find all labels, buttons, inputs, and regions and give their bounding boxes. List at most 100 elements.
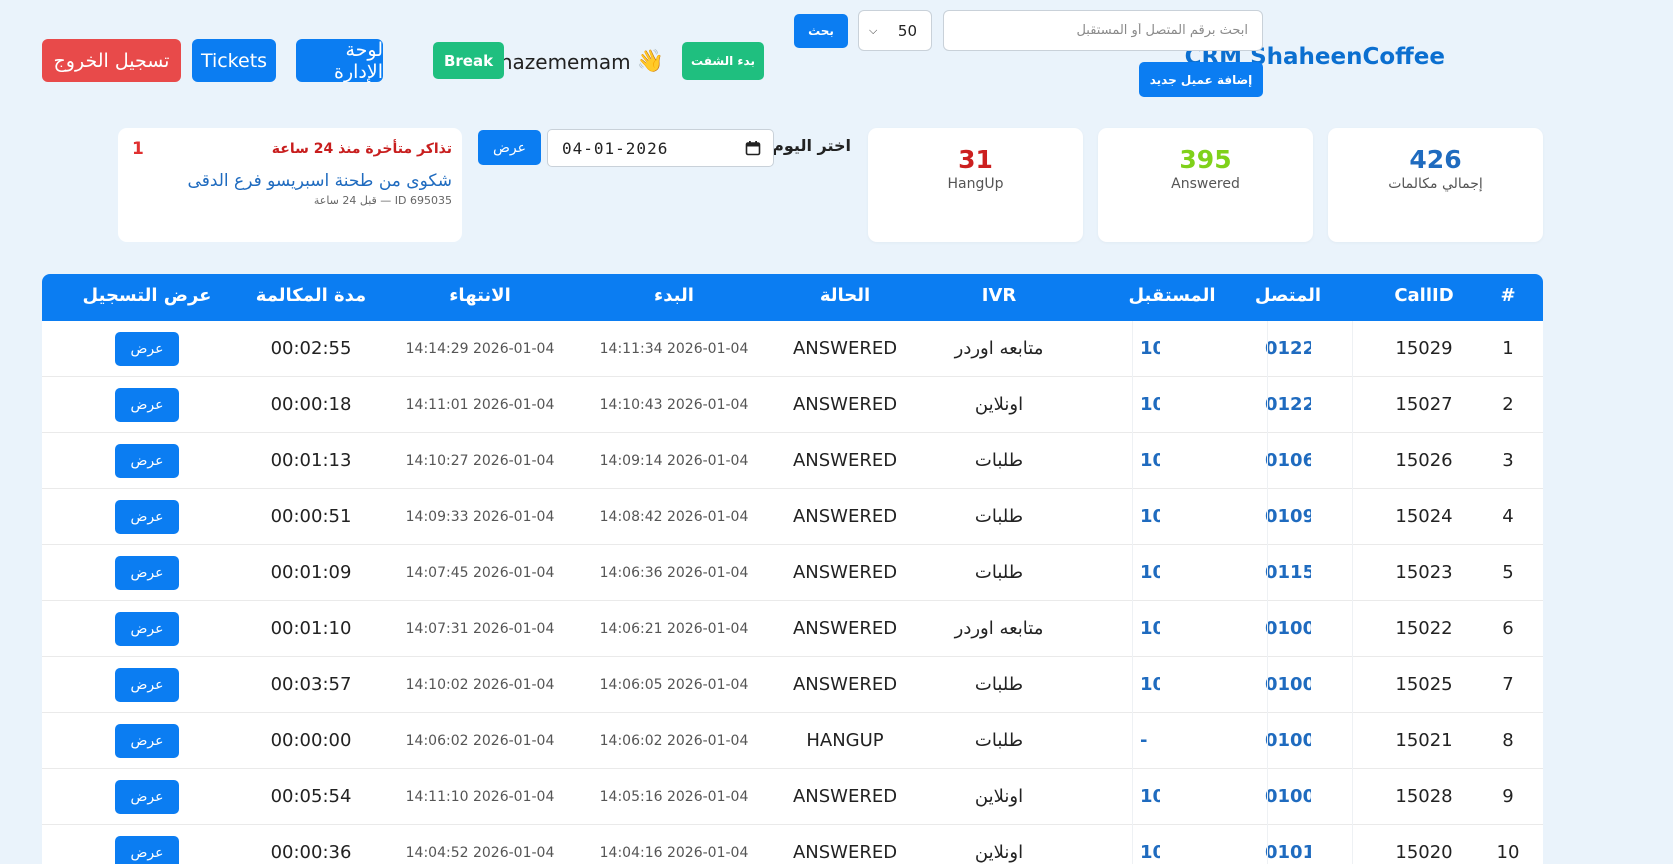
cell-end: 2026-01-04 14:14:29 — [405, 341, 555, 357]
column-divider — [1352, 825, 1353, 864]
cell-duration: 00:01:09 — [270, 562, 352, 583]
receiver-link[interactable]: 10 — [1140, 562, 1160, 583]
caller-link[interactable]: 0100 — [1265, 730, 1311, 751]
cell-index: 8 — [1502, 730, 1514, 751]
receiver-link[interactable]: 10 — [1140, 394, 1160, 415]
cell-status: HANGUP — [806, 730, 884, 751]
cell-end: 2026-01-04 14:09:33 — [405, 509, 555, 525]
break-button[interactable]: Break — [433, 42, 504, 79]
receiver-link[interactable]: - — [1140, 730, 1160, 751]
cell-ivr: اونلاين — [974, 842, 1024, 863]
view-recording-button[interactable]: عرض — [115, 444, 179, 478]
header-status: الحالة — [819, 285, 871, 306]
calls-table: # CallID المتصل المستقبل IVR الحالة البد… — [42, 274, 1543, 864]
cell-status: ANSWERED — [792, 394, 898, 415]
column-divider — [1267, 545, 1268, 601]
cell-status: ANSWERED — [792, 450, 898, 471]
view-recording-button[interactable]: عرض — [115, 836, 179, 864]
table-row: 4 15024 طلبات ANSWERED 2026-01-04 14:08:42 20… — [42, 489, 1543, 545]
cell-index: 2 — [1502, 394, 1514, 415]
late-ticket-link[interactable]: شكوى من طحنة اسبريسو فرع الدقى — [132, 171, 452, 191]
caller-link[interactable]: 0101 — [1265, 842, 1311, 863]
date-value: 04-01-2026 — [562, 138, 669, 158]
admin-dashboard-button[interactable]: لوحة الإدارة — [296, 39, 383, 83]
column-divider — [1352, 713, 1353, 769]
cell-end: 2026-01-04 14:04:52 — [405, 845, 555, 861]
receiver-link[interactable]: 10 — [1140, 786, 1160, 807]
late-tickets-count: 1 — [132, 139, 144, 159]
receiver-link[interactable]: 10 — [1140, 338, 1160, 359]
cell-ivr: متابعه اوردر — [954, 618, 1044, 639]
column-divider — [1132, 769, 1133, 825]
view-recording-button[interactable]: عرض — [115, 780, 179, 814]
view-recording-button[interactable]: عرض — [115, 332, 179, 366]
caller-link[interactable]: 0122 — [1265, 338, 1311, 359]
tickets-button[interactable]: Tickets — [192, 39, 276, 82]
caller-link[interactable]: 0115 — [1265, 562, 1311, 583]
cell-end: 2026-01-04 14:07:31 — [405, 621, 555, 637]
column-divider — [1352, 321, 1353, 377]
cell-start: 2026-01-04 14:08:42 — [599, 509, 749, 525]
header-caller: المتصل — [1254, 285, 1322, 306]
calendar-icon[interactable] — [745, 140, 761, 156]
caller-link[interactable]: 0100 — [1265, 786, 1311, 807]
logout-button[interactable]: تسجيل الخروج — [42, 39, 181, 82]
cell-ivr: اونلاين — [974, 786, 1024, 807]
receiver-link[interactable]: 10 — [1140, 618, 1160, 639]
cell-status: ANSWERED — [792, 618, 898, 639]
cell-ivr: طلبات — [974, 450, 1024, 471]
receiver-link[interactable]: 10 — [1140, 450, 1160, 471]
date-picker-label: اختر اليوم: — [765, 136, 851, 155]
cell-status: ANSWERED — [792, 562, 898, 583]
table-row: 6 15022 متابعه اوردر ANSWERED 2026-01-04 14:… — [42, 601, 1543, 657]
cell-start: 2026-01-04 14:04:16 — [599, 845, 749, 861]
cell-index: 1 — [1502, 338, 1514, 359]
date-picker-input[interactable]: 04-01-2026 — [547, 129, 774, 167]
cell-index: 4 — [1502, 506, 1514, 527]
view-recording-button[interactable]: عرض — [115, 668, 179, 702]
column-divider — [1352, 769, 1353, 825]
cell-status: ANSWERED — [792, 506, 898, 527]
view-recording-button[interactable]: عرض — [115, 500, 179, 534]
column-divider — [1267, 433, 1268, 489]
column-divider — [1352, 489, 1353, 545]
caller-link[interactable]: 0100 — [1265, 618, 1311, 639]
cell-ivr: طلبات — [974, 562, 1024, 583]
cell-ivr: اونلاين — [974, 394, 1024, 415]
view-recording-button[interactable]: عرض — [115, 556, 179, 590]
receiver-link[interactable]: 10 — [1140, 674, 1160, 695]
cell-status: ANSWERED — [792, 842, 898, 863]
view-recording-button[interactable]: عرض — [115, 388, 179, 422]
start-shift-button[interactable]: بدء الشفت — [682, 42, 764, 80]
cell-start: 2026-01-04 14:11:34 — [599, 341, 749, 357]
receiver-link[interactable]: 10 — [1140, 842, 1160, 863]
add-client-button[interactable]: إضافة عميل جديد — [1139, 62, 1263, 97]
caller-link[interactable]: 0100 — [1265, 674, 1311, 695]
column-divider — [1267, 825, 1268, 864]
table-row: 10 15020 اونلاين ANSWERED 2026-01-04 14:04:1… — [42, 825, 1543, 864]
search-button[interactable]: بحث — [794, 14, 848, 48]
table-header: # CallID المتصل المستقبل IVR الحالة البد… — [42, 274, 1543, 321]
column-divider — [1267, 489, 1268, 545]
column-divider — [1132, 433, 1133, 489]
caller-link[interactable]: 0109 — [1265, 506, 1311, 527]
caller-link[interactable]: 0106 — [1265, 450, 1311, 471]
show-date-button[interactable]: عرض — [478, 130, 541, 165]
table-row: 2 15027 اونلاين ANSWERED 2026-01-04 14:10:43… — [42, 377, 1543, 433]
cell-index: 3 — [1502, 450, 1514, 471]
page-size-select[interactable]: ⌵ 50 — [858, 10, 932, 51]
view-recording-button[interactable]: عرض — [115, 724, 179, 758]
column-divider — [1352, 545, 1353, 601]
receiver-link[interactable]: 10 — [1140, 506, 1160, 527]
caller-link[interactable]: 0122 — [1265, 394, 1311, 415]
column-divider — [1267, 601, 1268, 657]
cell-start: 2026-01-04 14:06:36 — [599, 565, 749, 581]
view-recording-button[interactable]: عرض — [115, 612, 179, 646]
header-receiver: المستقبل — [1128, 285, 1216, 306]
cell-index: 10 — [1496, 842, 1520, 863]
search-input[interactable] — [943, 10, 1263, 51]
stat-total-value: 426 — [1409, 145, 1462, 174]
column-divider — [1132, 825, 1133, 864]
cell-ivr: طلبات — [974, 506, 1024, 527]
cell-status: ANSWERED — [792, 786, 898, 807]
